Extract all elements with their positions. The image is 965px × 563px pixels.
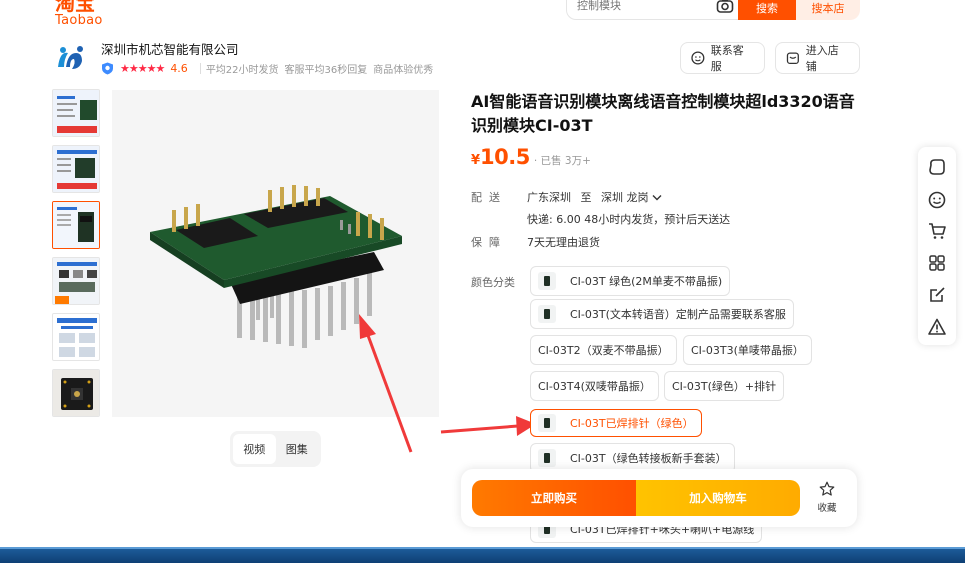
sku-option[interactable]: CI-03T 绿色(2M单麦不带晶振) xyxy=(530,266,731,296)
cart-icon[interactable] xyxy=(927,221,947,241)
sku-option-label: CI-03T2（双麦不带晶振） xyxy=(538,344,669,357)
home-icon[interactable] xyxy=(927,157,947,177)
delivery-label: 配送 xyxy=(471,191,507,204)
sku-option-label: CI-03T 绿色(2M单麦不带晶振) xyxy=(570,275,723,288)
sku-option-label: CI-03T（绿色转接板新手套装） xyxy=(570,452,727,465)
color-label: 颜色分类 xyxy=(471,276,515,289)
ship-to-word: 至 xyxy=(580,191,592,204)
express-info: 快递: 6.00 48小时内发货，预计后天送达 xyxy=(527,213,731,226)
customer-service-icon[interactable] xyxy=(927,190,947,210)
sku-option-label: CI-03T4(双唛带晶振） xyxy=(538,380,651,393)
star-icon xyxy=(819,481,835,496)
product-title: AI智能语音识别模块离线语音控制模块超ld3320语音识别模块CI-03T xyxy=(471,92,855,135)
ship-from: 广东深圳 xyxy=(527,191,571,204)
sku-option[interactable]: CI-03T2（双麦不带晶振） xyxy=(530,335,677,365)
sold-count: · 已售 3万+ xyxy=(533,155,591,167)
sku-option-label: CI-03T已焊排针（绿色） xyxy=(570,417,694,430)
favorite-label: 收藏 xyxy=(817,503,837,514)
sku-option-label: CI-03T3(单唛带晶振） xyxy=(691,344,804,357)
chevron-down-icon[interactable] xyxy=(652,194,662,202)
buy-now-button[interactable]: 立即购买 xyxy=(472,480,636,516)
sku-option[interactable]: CI-03T(绿色）+排针 xyxy=(664,371,785,401)
sku-option-label: CI-03T(绿色）+排针 xyxy=(672,380,777,393)
edit-icon[interactable] xyxy=(927,285,947,305)
delivery-route: 广东深圳 至 深圳 龙岗 xyxy=(527,189,662,205)
guarantee-value[interactable]: 7天无理由退货 xyxy=(527,234,600,250)
favorite-button[interactable]: 收藏 xyxy=(811,481,843,514)
price-value: 10.5 xyxy=(480,145,530,169)
guarantee-label: 保障 xyxy=(471,236,507,249)
sku-thumbnail xyxy=(538,414,556,432)
sku-option[interactable]: CI-03T3(单唛带晶振） xyxy=(683,335,812,365)
sku-thumbnail xyxy=(538,449,556,467)
floating-toolbar xyxy=(918,147,956,345)
sku-thumbnail xyxy=(538,305,556,323)
sku-option-label: CI-03T(文本转语音）定制产品需要联系客服 xyxy=(570,308,786,321)
sku-thumbnail xyxy=(538,272,556,290)
ship-to-location[interactable]: 深圳 龙岗 xyxy=(601,191,649,204)
apps-icon[interactable] xyxy=(927,253,947,273)
sku-option[interactable]: CI-03T(文本转语音）定制产品需要联系客服 xyxy=(530,299,794,329)
sku-option[interactable]: CI-03T4(双唛带晶振） xyxy=(530,371,659,401)
product-price: ¥ 10.5 · 已售 3万+ xyxy=(471,145,591,169)
report-icon[interactable] xyxy=(927,317,947,337)
add-to-cart-button[interactable]: 加入购物车 xyxy=(636,480,800,516)
sku-option-selected[interactable]: CI-03T已焊排针（绿色） xyxy=(530,409,702,437)
price-currency: ¥ xyxy=(471,153,481,168)
purchase-bar: 立即购买 加入购物车 收藏 xyxy=(461,469,857,527)
os-taskbar xyxy=(0,547,965,563)
